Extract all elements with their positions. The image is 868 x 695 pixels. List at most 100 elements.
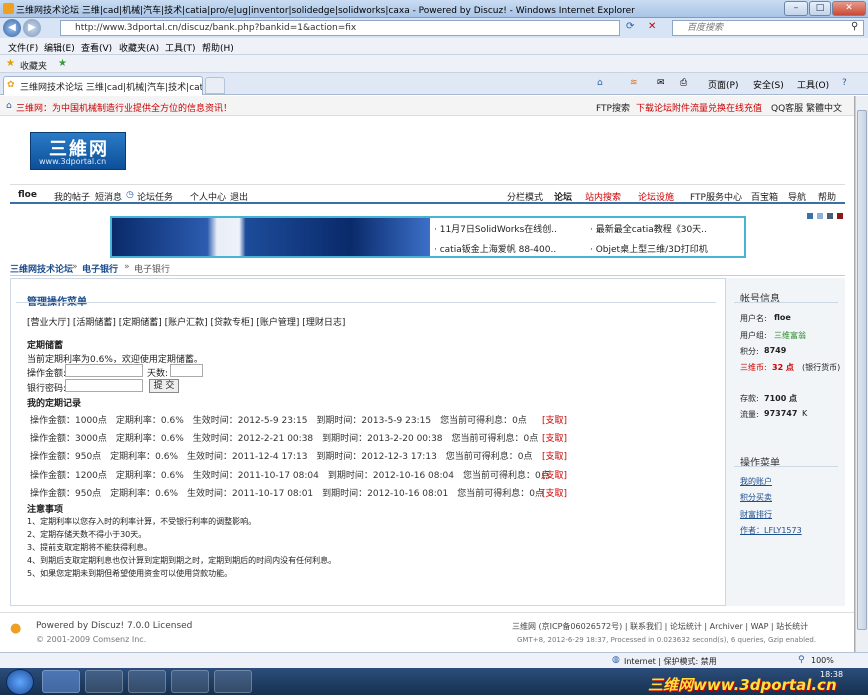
scroll-thumb[interactable] [857, 110, 867, 630]
minimize-button[interactable]: – [784, 1, 808, 16]
submit-button[interactable]: 提 交 [149, 379, 179, 393]
theme-switcher[interactable] [807, 213, 847, 219]
zoom-level[interactable]: 100% [811, 656, 834, 665]
breadcrumb-home[interactable]: 三维网技术论坛 [10, 262, 73, 275]
user-value: floe [774, 313, 791, 322]
ops-wealth-rank[interactable]: 财富排行 [740, 509, 772, 520]
search-icon[interactable]: ⚲ [851, 21, 858, 32]
ad-link[interactable]: · catia钣金上海爱帆 88-400.. [434, 242, 556, 255]
start-button[interactable] [6, 669, 34, 695]
page-menu[interactable]: 页面(P) [708, 78, 738, 91]
top-link-traffic[interactable]: 下载论坛附件流量兑换 [636, 101, 726, 114]
nav-username[interactable]: floe [18, 190, 37, 200]
folder-taskbar-icon[interactable] [85, 670, 123, 693]
divider [16, 302, 716, 303]
app-taskbar-icon[interactable] [171, 670, 209, 693]
user-label: 用户名: [740, 314, 767, 323]
title-bar: 三维网技术论坛 三维|cad|机械|汽车|技术|catia|pro/e|ug|i… [0, 0, 868, 18]
amount-input[interactable] [65, 364, 143, 377]
record-row: 操作金额：1000点 定期利率：0.6% 生效时间：2012-5-9 23:15… [30, 416, 527, 426]
tools-menu[interactable]: 工具(O) [797, 78, 829, 91]
breadcrumb: 三维网技术论坛 » 电子银行 » 电子银行 [10, 260, 845, 276]
password-input[interactable] [65, 379, 143, 392]
nav-help[interactable]: 帮助 [818, 190, 836, 203]
nav-logout[interactable]: 退出 [230, 190, 248, 203]
record-row: 操作金额：950点 定期利率：0.6% 生效时间：2011-12-4 17:13… [30, 452, 533, 462]
withdraw-link[interactable]: [支取] [542, 431, 567, 444]
new-tab-button[interactable] [205, 77, 225, 94]
top-link-traditional[interactable]: 繁體中文 [806, 101, 842, 114]
ad-link[interactable]: · Objet桌上型三维/3D打印机 [590, 242, 708, 255]
top-slogan: 三维网：为中国机械制造行业提供全方位的信息资讯！ [16, 104, 233, 114]
home-icon[interactable]: ⌂ [597, 78, 603, 88]
menu-help[interactable]: 帮助(H) [202, 41, 234, 54]
nav-my-posts[interactable]: 我的帖子 [54, 190, 90, 203]
nav-guide[interactable]: 导航 [788, 190, 806, 203]
menu-edit[interactable]: 编辑(E) [44, 41, 75, 54]
menu-tools[interactable]: 工具(T) [165, 41, 196, 54]
ops-author[interactable]: 作者：LFLY1573 [740, 525, 802, 536]
mail-icon[interactable]: ✉ [657, 78, 665, 88]
ops-points-trade[interactable]: 积分买卖 [740, 492, 772, 503]
refresh-icon[interactable]: ⟳ [626, 21, 634, 32]
safety-menu[interactable]: 安全(S) [753, 78, 784, 91]
forward-button[interactable]: ▶ [23, 19, 41, 37]
bank-menu-links[interactable]: [营业大厅] [活期储蓄] [定期储蓄] [账户汇款] [贷款专柜] [账户管理… [27, 315, 345, 328]
address-bar: ◀ ▶ http://www.3dportal.cn/discuz/bank.p… [0, 18, 868, 38]
ad-banner[interactable]: · 11月7日SolidWorks在线创.. · 最新最全catia教程《30天… [110, 216, 746, 258]
withdraw-link[interactable]: [支取] [542, 413, 567, 426]
vertical-scrollbar[interactable] [855, 96, 868, 652]
top-link-ftp[interactable]: FTP搜索 [596, 101, 630, 114]
menu-favorites[interactable]: 收藏夹(A) [119, 41, 159, 54]
withdraw-link[interactable]: [支取] [542, 468, 567, 481]
nav-messages[interactable]: 短消息 [95, 190, 122, 203]
ie-taskbar-icon[interactable] [42, 670, 80, 693]
breadcrumb-bank[interactable]: 电子银行 [82, 262, 118, 275]
app2-taskbar-icon[interactable] [214, 670, 252, 693]
window-title: 三维网技术论坛 三维|cad|机械|汽车|技术|catia|pro/e|ug|i… [16, 6, 635, 16]
nav-ftp-center[interactable]: FTP服务中心 [690, 190, 742, 203]
help-icon[interactable]: ? [842, 78, 847, 88]
favorites-button[interactable]: 收藏夹 [20, 59, 47, 72]
top-link-qq[interactable]: QQ客服 [771, 101, 803, 114]
ad-link[interactable]: · 11月7日SolidWorks在线创.. [434, 222, 557, 235]
browser-tab[interactable]: ✿ 三维网技术论坛 三维|cad|机械|汽车|技术|catia|p... [3, 76, 203, 95]
add-favorite-icon[interactable]: ★ [58, 58, 67, 69]
media-taskbar-icon[interactable] [128, 670, 166, 693]
close-button[interactable]: ✕ [832, 1, 866, 16]
records-title: 我的定期记录 [27, 399, 82, 409]
ops-my-account[interactable]: 我的账户 [740, 476, 772, 487]
record-row: 操作金额：3000点 定期利率：0.6% 生效时间：2012-2-21 00:3… [30, 434, 539, 444]
nav-tasks[interactable]: 论坛任务 [137, 190, 173, 203]
nav-user-center[interactable]: 个人中心 [190, 190, 226, 203]
record-row: 操作金额：950点 定期利率：0.6% 生效时间：2011-10-17 08:0… [30, 489, 544, 499]
back-button[interactable]: ◀ [3, 19, 21, 37]
search-input[interactable]: 百度搜索 [672, 20, 864, 36]
menu-view[interactable]: 查看(V) [81, 41, 112, 54]
deposit-label: 存款: [740, 394, 759, 403]
feeds-icon[interactable]: ≋ [630, 78, 638, 88]
fixed-deposit-title: 定期储蓄 [27, 341, 64, 351]
url-input[interactable]: http://www.3dportal.cn/discuz/bank.php?b… [60, 20, 620, 36]
withdraw-link[interactable]: [支取] [542, 449, 567, 462]
nav-split-mode[interactable]: 分栏模式 [507, 190, 543, 203]
logo-url: www.3dportal.cn [39, 157, 107, 166]
top-link-recharge[interactable]: 在线充值 [726, 101, 762, 114]
maximize-button[interactable]: □ [809, 1, 831, 16]
site-logo[interactable]: 三維网 www.3dportal.cn [30, 132, 126, 170]
menu-file[interactable]: 文件(F) [8, 41, 38, 54]
stop-icon[interactable]: ✕ [648, 21, 656, 32]
withdraw-link[interactable]: [支取] [542, 486, 567, 499]
ad-link[interactable]: · 最新最全catia教程《30天.. [590, 222, 707, 235]
print-icon[interactable]: ⎙ [680, 78, 687, 88]
nav-site-search[interactable]: 站内搜索 [585, 190, 621, 203]
nav-forum-tools[interactable]: 论坛设施 [638, 190, 674, 203]
ad-image[interactable] [112, 218, 430, 256]
traffic-unit: K [802, 409, 808, 418]
powered-by: Powered by Discuz! 7.0.0 Licensed [36, 621, 193, 631]
nav-treasure[interactable]: 百宝箱 [751, 190, 778, 203]
page-favicon: ✿ [7, 80, 15, 90]
footer-links[interactable]: 三维网 (京ICP备06026572号) | 联系我们 | 论坛统计 | Arc… [512, 621, 808, 632]
days-input[interactable] [170, 364, 203, 377]
nav-forum[interactable]: 论坛 [554, 190, 572, 203]
